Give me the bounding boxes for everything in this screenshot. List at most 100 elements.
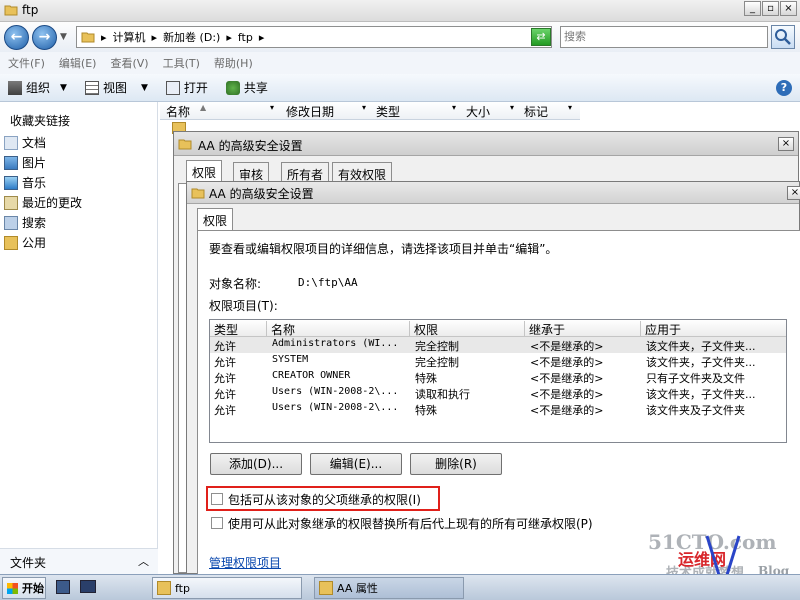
nav-item-pictures[interactable]: 图片 [4, 154, 46, 171]
header-apply-to[interactable]: 应用于 [641, 321, 786, 337]
toolbar: 组织 ▼ 视图 ▼ 打开 共享 ? [0, 74, 800, 102]
folder-icon [4, 5, 18, 16]
list-header: 类型 名称 权限 继承于 应用于 [210, 320, 786, 337]
table-row[interactable]: 允许 CREATOR OWNER 特殊 <不是继承的> 只有子文件夹及文件 [210, 369, 786, 385]
menu-view[interactable]: 查看(V) [110, 55, 148, 71]
tab-auditing[interactable]: 审核 [233, 162, 270, 183]
history-dropdown-icon[interactable]: ▼ [60, 32, 67, 42]
object-name-value: D:\ftp\AA [298, 276, 358, 289]
folder-icon [319, 581, 333, 595]
tab-permissions[interactable]: 权限 [186, 160, 223, 183]
address-bar[interactable]: ▸ 计算机 ▸ 新加卷 (D:) ▸ ftp ▸ [76, 26, 552, 48]
dialog-titlebar: AA 的高级安全设置 × [187, 182, 800, 204]
search-button[interactable] [771, 25, 795, 49]
remove-button[interactable]: 删除(R) [410, 453, 502, 475]
breadcrumb-sep-icon: ▸ [258, 30, 265, 44]
advanced-security-dialog: AA 的高级安全设置 × 权限 要查看或编辑权限项目的详细信息，请选择该项目并单… [186, 181, 800, 575]
outer-dialog-titlebar: AA 的高级安全设置 × [174, 132, 798, 156]
table-row[interactable]: 允许 Users (WIN-2008-2\... 特殊 <不是继承的> 该文件夹… [210, 401, 786, 417]
column-tags[interactable]: 标记 [524, 103, 548, 120]
column-date[interactable]: 修改日期 [286, 103, 334, 120]
replace-child-checkbox[interactable] [211, 517, 223, 529]
chevron-down-icon[interactable]: ▾ [510, 103, 514, 112]
quicklaunch-desktop-icon[interactable] [80, 580, 96, 593]
pictures-icon [4, 155, 18, 170]
taskbar-item-aa-properties[interactable]: AA 属性 [314, 577, 464, 599]
column-headers: 名称 ▲ ▾ 修改日期 ▾ 类型 ▾ 大小 ▾ 标记 ▾ [160, 102, 580, 120]
window-titlebar: ftp _ ▫ × [0, 0, 800, 22]
nav-item-search[interactable]: 搜索 [4, 214, 46, 231]
header-type[interactable]: 类型 [210, 321, 267, 337]
include-inheritable-checkbox[interactable] [211, 493, 223, 505]
manage-permission-entries-link[interactable]: 管理权限项目 [209, 554, 281, 571]
chevron-down-icon[interactable]: ▾ [568, 103, 572, 112]
edit-button[interactable]: 编辑(E)... [310, 453, 402, 475]
dialog-close-button[interactable]: × [787, 186, 800, 200]
table-row[interactable]: 允许 Administrators (WI... 完全控制 <不是继承的> 该文… [210, 337, 786, 353]
music-icon [4, 175, 18, 190]
refresh-icon[interactable]: ⇄ [531, 28, 551, 46]
tab-permissions-inner[interactable]: 权限 [197, 208, 234, 231]
nav-item-documents[interactable]: 文档 [4, 134, 46, 151]
header-permission[interactable]: 权限 [410, 321, 525, 337]
close-button[interactable]: × [780, 1, 797, 16]
minimize-button[interactable]: _ [744, 1, 761, 16]
column-type[interactable]: 类型 [376, 103, 400, 120]
nav-item-recent[interactable]: 最近的更改 [4, 194, 82, 211]
breadcrumb-computer[interactable]: 计算机 [113, 29, 146, 45]
breadcrumb-ftp[interactable]: ftp [238, 31, 253, 44]
add-button[interactable]: 添加(D)... [210, 453, 302, 475]
organize-icon [8, 80, 22, 95]
share-button[interactable]: 共享 [225, 79, 268, 96]
organize-button[interactable]: 组织 ▼ [8, 79, 67, 96]
chevron-up-icon: ︿ [138, 555, 149, 568]
table-row[interactable]: 允许 Users (WIN-2008-2\... 读取和执行 <不是继承的> 该… [210, 385, 786, 401]
menu-tools[interactable]: 工具(T) [163, 55, 200, 71]
permission-entries-list[interactable]: 类型 名称 权限 继承于 应用于 允许 Administrators (WI..… [209, 319, 787, 443]
chevron-down-icon[interactable]: ▾ [362, 103, 366, 112]
open-button[interactable]: 打开 [165, 79, 208, 96]
folder-icon [81, 32, 95, 43]
search-input[interactable]: 搜索 [560, 26, 768, 48]
breadcrumb-drive[interactable]: 新加卷 (D:) [163, 29, 220, 45]
breadcrumb-sep-icon: ▸ [151, 30, 158, 44]
help-icon[interactable]: ? [776, 80, 792, 96]
window-title: ftp [22, 3, 39, 17]
back-button[interactable]: ← [4, 25, 29, 50]
table-row[interactable]: 允许 SYSTEM 完全控制 <不是继承的> 该文件夹，子文件夹... [210, 353, 786, 369]
open-icon [165, 80, 180, 95]
taskbar: 开始 ftp AA 属性 [0, 574, 800, 600]
views-icon [84, 80, 99, 95]
menu-file[interactable]: 文件(F) [8, 55, 45, 71]
outer-dialog-title: AA 的高级安全设置 [198, 139, 303, 153]
quicklaunch-server-icon[interactable] [56, 580, 70, 594]
folder-icon [191, 188, 205, 199]
recent-icon [4, 195, 18, 210]
tab-effective-permissions[interactable]: 有效权限 [332, 162, 393, 183]
column-name[interactable]: 名称 [166, 103, 190, 120]
maximize-button[interactable]: ▫ [762, 1, 779, 16]
chevron-down-icon[interactable]: ▾ [452, 103, 456, 112]
views-button[interactable]: 视图 ▼ [84, 79, 148, 96]
chevron-down-icon[interactable]: ▾ [270, 103, 274, 112]
sort-arrow-icon: ▲ [200, 103, 207, 112]
folders-bar[interactable]: 文件夹 ︿ [0, 548, 158, 574]
forward-button[interactable]: → [32, 25, 57, 50]
nav-item-public[interactable]: 公用 [4, 234, 46, 251]
tab-owner[interactable]: 所有者 [281, 162, 330, 183]
start-button[interactable]: 开始 [2, 577, 46, 599]
header-name[interactable]: 名称 [267, 321, 410, 337]
menu-edit[interactable]: 编辑(E) [59, 55, 97, 71]
object-name-label: 对象名称: [209, 277, 262, 291]
header-inherited-from[interactable]: 继承于 [525, 321, 641, 337]
include-inheritable-label[interactable]: 包括可从该对象的父项继承的权限(I) [228, 491, 421, 508]
replace-child-label[interactable]: 使用可从此对象继承的权限替换所有后代上现有的所有可继承权限(P) [228, 515, 593, 532]
intro-text: 要查看或编辑权限项目的详细信息，请选择该项目并单击“编辑”。 [209, 242, 558, 256]
outer-close-button[interactable]: × [778, 137, 794, 151]
taskbar-item-ftp[interactable]: ftp [152, 577, 302, 599]
menu-help[interactable]: 帮助(H) [214, 55, 253, 71]
column-size[interactable]: 大小 [466, 103, 490, 120]
nav-item-music[interactable]: 音乐 [4, 174, 46, 191]
search-folder-icon [4, 215, 18, 230]
chevron-down-icon: ▼ [140, 82, 148, 93]
